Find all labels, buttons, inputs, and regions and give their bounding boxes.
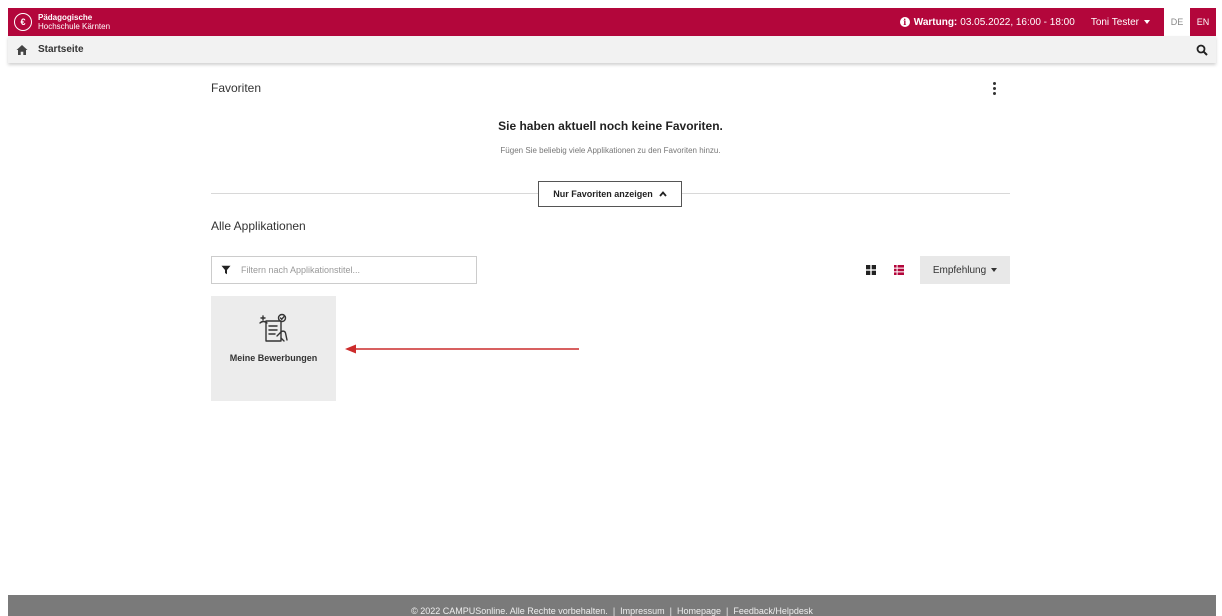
- applications-title: Alle Applikationen: [211, 219, 306, 233]
- caret-down-icon: [1144, 20, 1150, 24]
- annotation-arrow: [345, 344, 579, 354]
- footer-separator: |: [612, 606, 616, 616]
- show-favorites-only-button[interactable]: Nur Favoriten anzeigen: [538, 181, 682, 207]
- footer-separator: |: [726, 606, 729, 616]
- footer-link-helpdesk[interactable]: Feedback/Helpdesk: [733, 606, 813, 616]
- favorites-title: Favoriten: [211, 81, 262, 95]
- logo-icon: €: [14, 13, 32, 31]
- home-icon[interactable]: [16, 44, 28, 56]
- filter-field: [211, 256, 477, 284]
- footer: © 2022 CAMPUSonline. Alle Rechte vorbeha…: [8, 595, 1216, 616]
- filter-icon: [221, 265, 231, 275]
- logo[interactable]: € Pädagogische Hochschule Kärnten: [8, 8, 110, 36]
- maintenance-label: Wartung:: [913, 16, 958, 28]
- language-en-button[interactable]: EN: [1190, 8, 1216, 36]
- breadcrumb-home[interactable]: Startseite: [38, 44, 84, 55]
- logo-line1: Pädagogische: [38, 13, 93, 22]
- app-tile-label: Meine Bewerbungen: [229, 353, 318, 363]
- search-icon[interactable]: [1196, 44, 1208, 56]
- footer-separator: |: [669, 606, 673, 616]
- app-tile-meine-bewerbungen[interactable]: Meine Bewerbungen: [211, 296, 336, 401]
- filter-input[interactable]: [239, 264, 463, 276]
- breadcrumb: Startseite: [8, 36, 1216, 63]
- grid-view-icon[interactable]: [866, 265, 876, 275]
- application-form-icon: [257, 312, 291, 346]
- show-favorites-only-label: Nur Favoriten anzeigen: [553, 189, 653, 199]
- footer-link-impressum[interactable]: Impressum: [620, 606, 665, 616]
- top-bar: € Pädagogische Hochschule Kärnten i Wart…: [8, 8, 1216, 36]
- info-icon: i: [899, 17, 910, 27]
- sort-dropdown[interactable]: Empfehlung: [920, 256, 1010, 284]
- language-de-button[interactable]: DE: [1164, 8, 1190, 36]
- logo-line2: Hochschule Kärnten: [38, 22, 111, 31]
- list-view-icon[interactable]: [894, 265, 904, 275]
- footer-copyright: © 2022 CAMPUSonline. Alle Rechte vorbeha…: [411, 606, 608, 616]
- sort-label: Empfehlung: [932, 264, 987, 276]
- caret-down-icon: [991, 268, 998, 272]
- user-menu[interactable]: Toni Tester: [1091, 17, 1150, 28]
- footer-link-homepage[interactable]: Homepage: [677, 606, 721, 616]
- chevron-up-icon: [659, 190, 667, 198]
- logo-text: Pädagogische Hochschule Kärnten: [38, 13, 110, 31]
- favorites-empty-title: Sie haben aktuell noch keine Favoriten.: [498, 119, 723, 133]
- more-options-icon[interactable]: [990, 80, 998, 96]
- maintenance-value: 03.05.2022, 16:00 - 18:00: [960, 16, 1075, 28]
- user-name: Toni Tester: [1090, 16, 1139, 28]
- favorites-empty-subtitle: Fügen Sie beliebig viele Applikationen z…: [500, 146, 721, 155]
- maintenance-notice: i Wartung: 03.05.2022, 16:00 - 18:00: [899, 16, 1075, 28]
